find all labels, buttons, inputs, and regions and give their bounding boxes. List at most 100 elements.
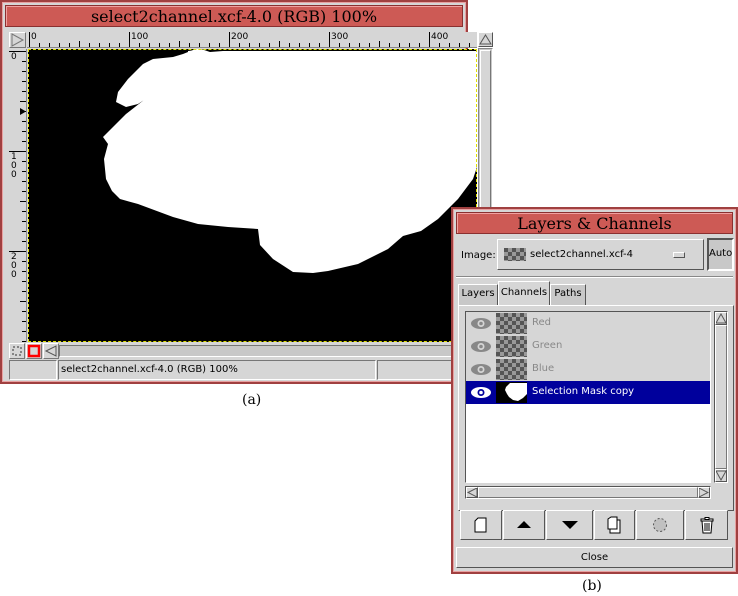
ruler-tick bbox=[159, 43, 160, 47]
ruler-tick bbox=[22, 111, 26, 112]
ruler-tick bbox=[22, 321, 26, 322]
quickmask-off-button[interactable] bbox=[9, 343, 25, 359]
ruler-tick bbox=[399, 43, 400, 47]
ruler-tick bbox=[249, 43, 250, 47]
ruler-tick bbox=[289, 43, 290, 47]
trash-icon bbox=[700, 516, 713, 533]
channel-name: Red bbox=[532, 317, 551, 328]
ruler-tick bbox=[20, 301, 26, 302]
mask-thumbnail bbox=[496, 382, 527, 403]
ruler-label: 200 bbox=[11, 252, 17, 280]
ruler-tick bbox=[349, 43, 350, 47]
channel-list-vscrollbar[interactable] bbox=[714, 311, 728, 483]
channel-row-selection-mask-copy[interactable]: Selection Mask copy bbox=[466, 381, 710, 404]
ruler-tick bbox=[22, 171, 26, 172]
ruler-tick bbox=[319, 43, 320, 47]
visibility-eye-icon[interactable] bbox=[470, 317, 492, 330]
scroll-up-button[interactable] bbox=[478, 32, 493, 47]
caption-a: (a) bbox=[242, 392, 262, 408]
duplicate-channel-button[interactable] bbox=[594, 510, 635, 540]
menu-arrow-button[interactable] bbox=[9, 32, 26, 48]
ruler-tick bbox=[169, 43, 170, 47]
image-canvas[interactable] bbox=[28, 49, 477, 342]
ruler-label: 200 bbox=[231, 32, 249, 42]
scroll-left-button[interactable] bbox=[43, 343, 59, 359]
ruler-label: 0 bbox=[11, 52, 17, 62]
horizontal-ruler[interactable]: 0 100 200 300 400 bbox=[27, 32, 477, 48]
quickmask-on-button[interactable] bbox=[26, 343, 42, 359]
left-arrow-icon bbox=[466, 487, 478, 498]
ruler-tick bbox=[22, 141, 26, 142]
ruler-tick bbox=[9, 151, 26, 152]
auto-toggle-button[interactable]: Auto bbox=[707, 238, 734, 271]
scroll-up-button[interactable] bbox=[715, 312, 727, 325]
ruler-tick bbox=[439, 43, 440, 47]
raise-channel-button[interactable] bbox=[503, 510, 545, 540]
lower-channel-button[interactable] bbox=[546, 510, 593, 540]
ruler-tick bbox=[199, 43, 200, 47]
scroll-left-button[interactable] bbox=[466, 487, 478, 498]
ruler-tick bbox=[309, 43, 310, 47]
selection-dashed-icon bbox=[12, 346, 22, 356]
layers-channels-window: Layers & Channels Image: select2channel.… bbox=[451, 207, 738, 574]
ruler-tick bbox=[179, 41, 180, 47]
channel-name: Green bbox=[532, 340, 563, 351]
ruler-tick bbox=[109, 43, 110, 47]
ruler-tick bbox=[9, 251, 26, 252]
ruler-tick bbox=[69, 43, 70, 47]
ruler-tick bbox=[129, 32, 130, 47]
image-thumbnail bbox=[504, 248, 526, 261]
channel-row-green[interactable]: Green bbox=[466, 335, 710, 358]
selection-mask-shape bbox=[103, 49, 477, 273]
image-window: select2channel.xcf-4.0 (RGB) 100% 0 100 … bbox=[0, 0, 493, 384]
ruler-label: 0 bbox=[31, 32, 37, 42]
new-channel-button[interactable] bbox=[460, 510, 502, 540]
ruler-tick bbox=[22, 261, 26, 262]
channel-thumbnail bbox=[496, 313, 527, 334]
ruler-tick bbox=[279, 41, 280, 47]
divider bbox=[456, 276, 733, 278]
ruler-tick bbox=[369, 43, 370, 47]
ruler-tick bbox=[22, 211, 26, 212]
channel-to-selection-button[interactable] bbox=[636, 510, 684, 540]
ruler-tick bbox=[22, 161, 26, 162]
tab-layers[interactable]: Layers bbox=[458, 284, 498, 305]
horizontal-scrollbar[interactable] bbox=[59, 345, 464, 357]
ruler-tick bbox=[119, 43, 120, 47]
ruler-label: 100 bbox=[11, 152, 17, 180]
vscroll-thumb[interactable] bbox=[715, 325, 727, 469]
ruler-tick bbox=[22, 191, 26, 192]
scroll-right-button[interactable] bbox=[698, 487, 710, 498]
channel-name: Selection Mask copy bbox=[532, 386, 635, 397]
raise-channel-icon bbox=[517, 521, 531, 528]
ruler-label: 300 bbox=[331, 32, 349, 42]
caption-b: (b) bbox=[582, 578, 602, 594]
ruler-tick bbox=[219, 43, 220, 47]
scroll-down-button[interactable] bbox=[715, 469, 727, 482]
layers-window-title[interactable]: Layers & Channels bbox=[456, 212, 733, 234]
ruler-tick bbox=[59, 43, 60, 47]
visibility-eye-icon[interactable] bbox=[470, 386, 492, 399]
image-window-title[interactable]: select2channel.xcf-4.0 (RGB) 100% bbox=[5, 5, 463, 27]
delete-channel-button[interactable] bbox=[685, 510, 728, 540]
up-arrow-icon bbox=[715, 312, 727, 324]
visibility-eye-icon[interactable] bbox=[470, 340, 492, 353]
ruler-tick bbox=[409, 43, 410, 47]
hscroll-thumb[interactable] bbox=[478, 487, 698, 498]
channel-row-red[interactable]: Red bbox=[466, 312, 710, 335]
vertical-ruler[interactable]: 0 100 200 bbox=[9, 49, 27, 342]
ruler-tick bbox=[139, 43, 140, 47]
ruler-tick bbox=[299, 43, 300, 47]
image-selector[interactable]: select2channel.xcf-4 bbox=[497, 239, 704, 270]
tab-channels[interactable]: Channels bbox=[498, 281, 550, 306]
ruler-tick bbox=[99, 43, 100, 47]
dropdown-indicator-icon bbox=[673, 252, 685, 258]
channel-row-blue[interactable]: Blue bbox=[466, 358, 710, 381]
channel-list[interactable]: Red Green Blue Selection Mask copy bbox=[465, 311, 711, 483]
visibility-eye-icon[interactable] bbox=[470, 363, 492, 376]
close-button[interactable]: Close bbox=[456, 547, 733, 568]
tab-paths[interactable]: Paths bbox=[550, 284, 586, 305]
channel-list-hscrollbar[interactable] bbox=[465, 486, 711, 499]
ruler-tick bbox=[39, 43, 40, 47]
channel-to-selection-icon bbox=[653, 518, 667, 532]
